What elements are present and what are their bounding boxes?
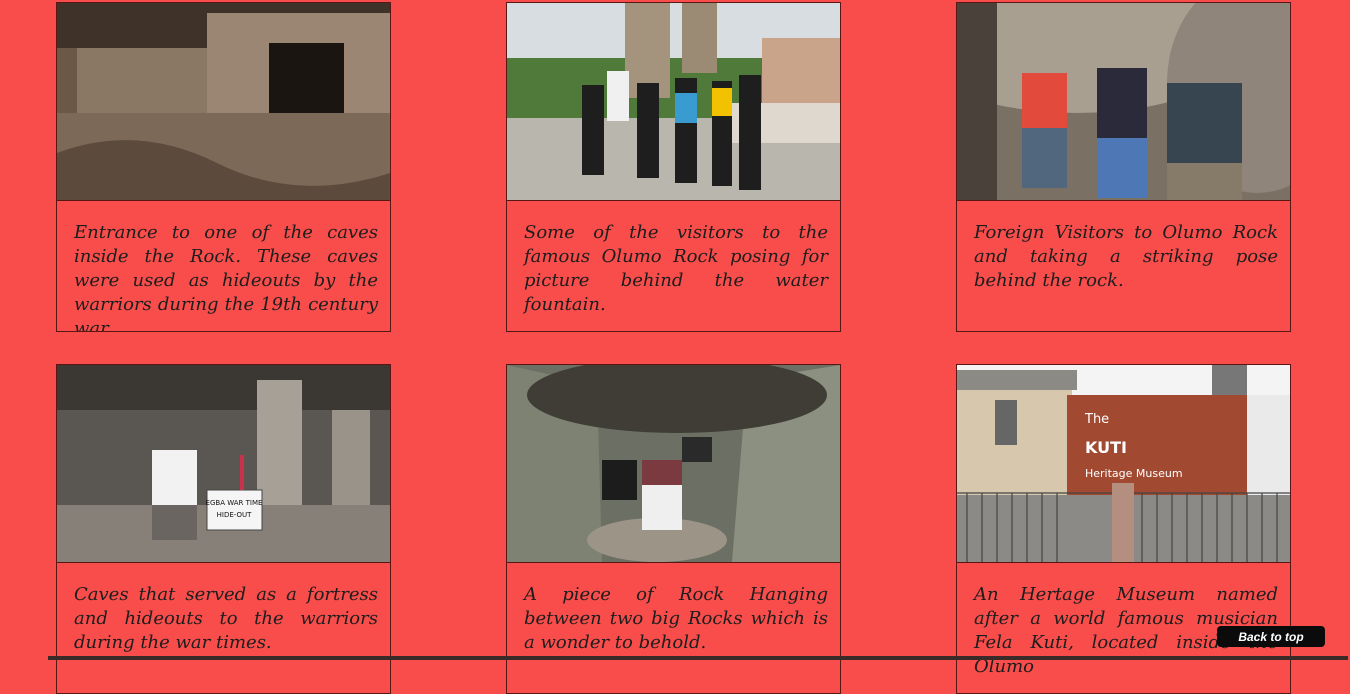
card-caption: Entrance to one of the caves inside the …: [74, 222, 378, 332]
gallery-card: A piece of Rock Hanging between two big …: [506, 364, 841, 694]
card-caption: Caves that served as a fortress and hide…: [74, 584, 378, 653]
gallery-grid: Entrance to one of the caves inside the …: [0, 0, 1350, 694]
war-cave-photo: EGBA WAR TIME HIDE-OUT: [57, 365, 390, 563]
museum-sign-heritage: Heritage Museum: [1085, 467, 1183, 480]
museum-sign-kuti: KUTI: [1085, 438, 1127, 457]
card-caption: A piece of Rock Hanging between two big …: [524, 584, 828, 653]
gallery-card: EGBA WAR TIME HIDE-OUT Caves that served…: [56, 364, 391, 694]
back-to-top-button[interactable]: Back to top: [1217, 626, 1325, 647]
card-caption: Foreign Visitors to Olumo Rock and takin…: [974, 222, 1278, 291]
foreign-visitors-photo: [957, 3, 1290, 201]
war-time-sign-line2: HIDE-OUT: [217, 511, 252, 519]
visitors-group-photo: [507, 3, 840, 201]
gallery-card: Entrance to one of the caves inside the …: [56, 2, 391, 332]
hanging-rock-photo: [507, 365, 840, 563]
kuti-museum-photo: The KUTI Heritage Museum: [957, 365, 1290, 563]
cave-entrance-photo: [57, 3, 390, 201]
page-bottom-strip: [48, 656, 1348, 660]
gallery-card: Some of the visitors to the famous Olumo…: [506, 2, 841, 332]
gallery-card: Foreign Visitors to Olumo Rock and takin…: [956, 2, 1291, 332]
card-caption: Some of the visitors to the famous Olumo…: [524, 222, 828, 315]
museum-sign-the: The: [1084, 412, 1109, 427]
war-time-sign-line1: EGBA WAR TIME: [206, 499, 263, 507]
